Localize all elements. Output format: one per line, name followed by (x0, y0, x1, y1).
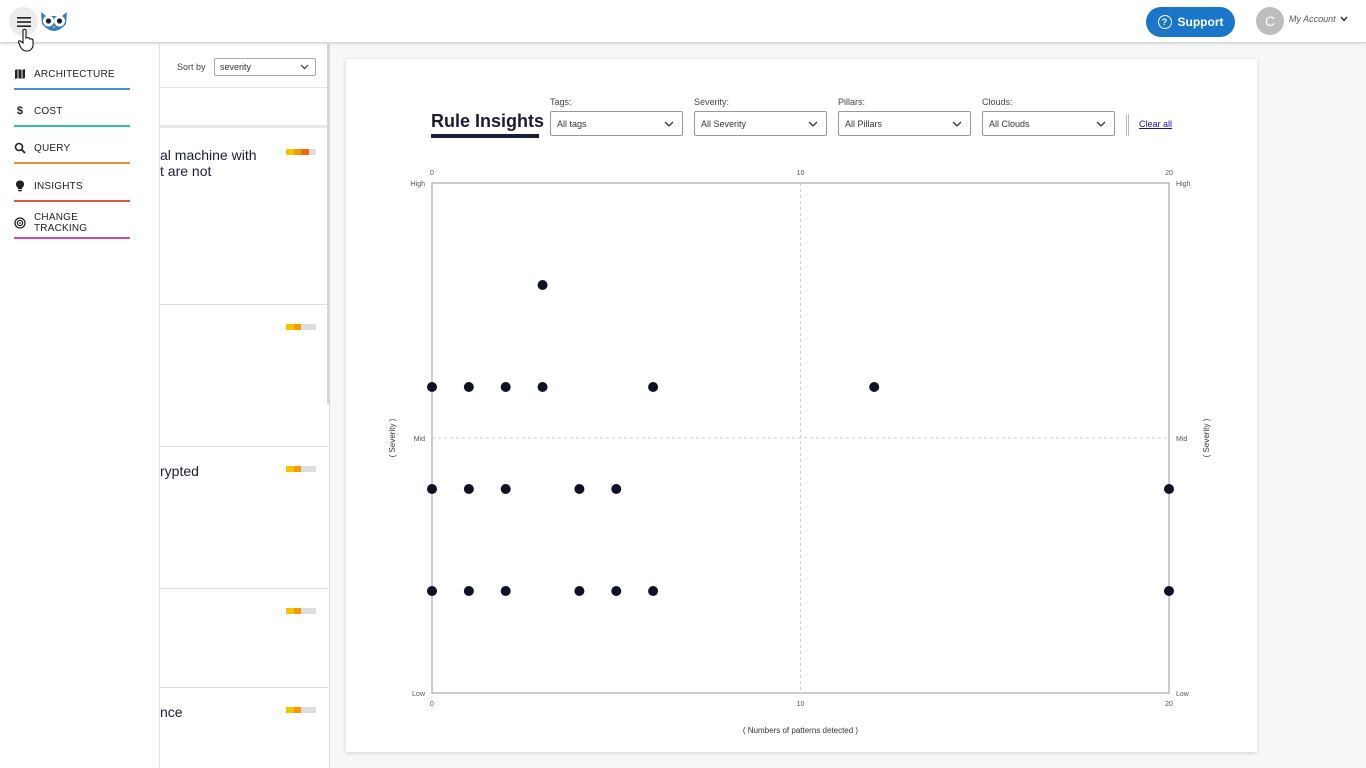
search-icon (14, 142, 26, 154)
nav-underline (14, 237, 130, 239)
nav-label: ARCHITECTURE (34, 68, 115, 80)
insights-list-panel: Sort by severity al machine with t are n… (160, 44, 330, 768)
data-point[interactable] (537, 280, 548, 290)
sort-label: Sort by (177, 62, 206, 72)
data-point[interactable] (574, 484, 585, 494)
x-axis-label: ( Numbers of patterns detected ) (743, 726, 859, 735)
menu-icon (16, 16, 31, 27)
y-tick-label: Low (412, 691, 426, 698)
y-tick-label: High (411, 181, 426, 188)
nav-item-cost[interactable]: $ COST (14, 99, 130, 127)
data-point[interactable] (500, 586, 511, 596)
lightbulb-icon (14, 180, 26, 192)
account-label: My Account (1289, 14, 1336, 24)
data-point[interactable] (648, 382, 659, 392)
support-label: Support (1177, 15, 1224, 29)
data-point[interactable] (574, 586, 585, 596)
chevron-down-icon (300, 64, 309, 70)
list-item[interactable] (160, 589, 328, 688)
list-item[interactable]: al machine with t are not (160, 131, 328, 305)
map-icon (14, 68, 26, 80)
data-point[interactable] (648, 586, 659, 596)
severity-scatter-chart: 0010102020High HighMid MidLow Low( Numbers … (388, 170, 1211, 735)
severity-bar (286, 149, 316, 155)
nav-label: CHANGE TRACKING (34, 212, 88, 234)
list-item[interactable]: rypted (160, 447, 328, 589)
data-point[interactable] (611, 586, 622, 596)
card-title: rypted (160, 463, 199, 479)
dollar-icon: $ (16, 105, 24, 117)
x-tick-label: 20 (1165, 701, 1173, 708)
rule-insights-card: Rule Insights Tags: All tags Severity: A… (346, 59, 1257, 752)
data-point[interactable] (869, 382, 880, 392)
nav-underline (14, 200, 130, 202)
nav-label: INSIGHTS (34, 180, 83, 192)
nav-label: QUERY (34, 142, 71, 154)
nav-item-architecture[interactable]: ARCHITECTURE (14, 62, 130, 90)
data-point[interactable] (1164, 586, 1174, 596)
nav-underline (14, 125, 130, 127)
data-point[interactable] (427, 586, 437, 596)
sort-select[interactable]: severity (214, 58, 316, 76)
support-button[interactable]: ? Support (1146, 7, 1235, 37)
y-tick-label-right: Low (1176, 691, 1190, 698)
chevron-down-icon (1340, 16, 1348, 22)
y-axis-label-right: ( Severity ) (1202, 418, 1211, 457)
sort-row: Sort by severity (160, 44, 329, 88)
data-point[interactable] (500, 484, 511, 494)
card-title: nce (160, 704, 183, 720)
nav-underline (14, 162, 130, 164)
severity-bar (286, 466, 316, 472)
x-tick-label-top: 10 (797, 170, 805, 177)
y-tick-label-right: Mid (1176, 436, 1187, 443)
list-scrollbar[interactable] (327, 44, 330, 404)
data-point[interactable] (463, 382, 474, 392)
data-point[interactable] (427, 484, 437, 494)
data-point[interactable] (463, 484, 474, 494)
data-point[interactable] (500, 382, 511, 392)
x-tick-label-top: 20 (1165, 170, 1173, 177)
data-point[interactable] (427, 382, 437, 392)
card-title: al machine with t are not (160, 147, 257, 179)
list-filter-row (160, 88, 329, 128)
help-icon: ? (1157, 15, 1172, 29)
severity-bar (286, 608, 316, 614)
data-point[interactable] (463, 586, 474, 596)
nav-item-change-tracking[interactable]: CHANGE TRACKING (14, 211, 130, 239)
y-tick-label-right: High (1176, 181, 1191, 188)
side-navigation: ARCHITECTURE $ COST QUERY INSIGHTS CHANG… (0, 44, 160, 768)
x-tick-label: 0 (430, 701, 434, 708)
data-point[interactable] (1164, 484, 1174, 494)
list-item[interactable]: nce (160, 688, 328, 768)
x-tick-label-top: 0 (430, 170, 434, 177)
radar-icon (14, 217, 26, 229)
data-point[interactable] (537, 382, 548, 392)
sort-value: severity (220, 62, 252, 72)
severity-bar (286, 324, 316, 330)
nav-label: COST (34, 105, 63, 117)
hand-cursor-icon (17, 28, 34, 52)
avatar[interactable]: C (1256, 7, 1284, 35)
nav-underline (14, 88, 130, 90)
list-item[interactable] (160, 305, 328, 447)
x-tick-label: 10 (797, 701, 805, 708)
y-tick-label: Mid (414, 436, 425, 443)
top-header: ? Support C My Account (0, 0, 1366, 43)
my-account-menu[interactable]: My Account (1289, 14, 1348, 24)
nav-item-query[interactable]: QUERY (14, 136, 130, 164)
data-point[interactable] (611, 484, 622, 494)
severity-bar (286, 707, 316, 713)
nav-item-insights[interactable]: INSIGHTS (14, 174, 130, 202)
y-axis-label: ( Severity ) (388, 418, 397, 457)
owl-logo-icon[interactable] (38, 8, 70, 34)
